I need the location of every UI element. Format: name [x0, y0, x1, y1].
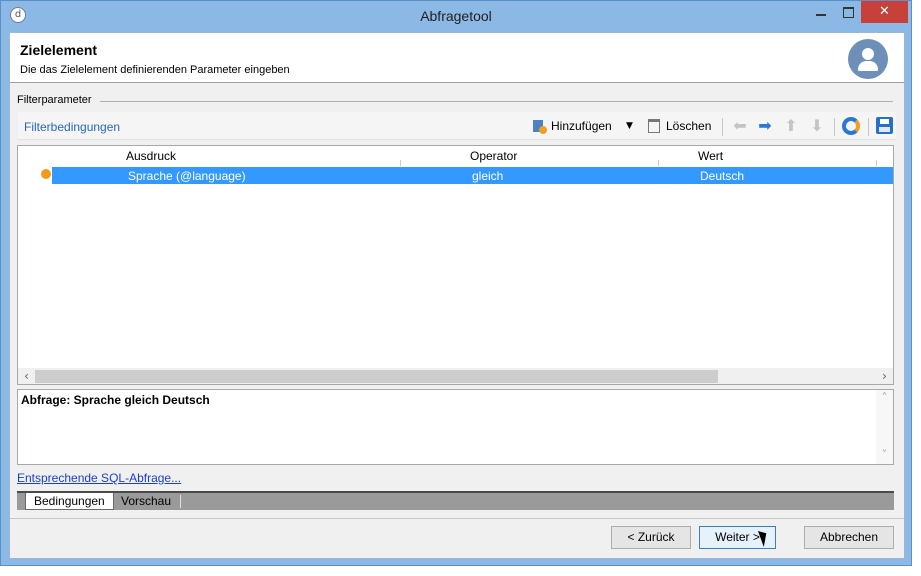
tab-conditions[interactable]: Bedingungen: [25, 493, 114, 510]
cancel-button[interactable]: Abbrechen: [804, 526, 894, 549]
delete-button-label: Löschen: [666, 119, 712, 133]
chevron-down-icon[interactable]: ▼: [626, 116, 633, 136]
query-text: Abfrage: Sprache gleich Deutsch: [21, 393, 210, 407]
page-subtitle: Die das Zielelement definierenden Parame…: [20, 64, 290, 76]
arrow-left-icon[interactable]: ⬅: [730, 117, 750, 135]
header-divider: [10, 82, 904, 83]
scroll-left-icon[interactable]: ‹: [18, 368, 35, 384]
scrollbar-thumb[interactable]: [35, 370, 718, 383]
page-title: Zielelement: [20, 42, 98, 58]
app-window: d Abfragetool ✕ Zielelement Die das Ziel…: [0, 0, 912, 566]
add-button[interactable]: Hinzufügen ▼: [532, 116, 638, 136]
group-divider: [100, 101, 893, 102]
filter-conditions-label: Filterbedingungen: [24, 120, 121, 134]
window-title: Abfragetool: [420, 8, 492, 24]
tab-bar: Bedingungen Vorschau: [17, 491, 894, 510]
cell-expression: Sprache (@language): [128, 169, 246, 183]
column-header-operator[interactable]: Operator: [470, 149, 517, 163]
scroll-up-icon[interactable]: ˄: [876, 390, 893, 407]
arrow-right-icon[interactable]: ➡: [755, 117, 775, 135]
add-condition-icon: [532, 118, 547, 134]
table-row[interactable]: Sprache (@language) gleich Deutsch: [52, 167, 893, 184]
wizard-header: Zielelement Die das Zielelement definier…: [10, 33, 904, 82]
add-button-label: Hinzufügen: [551, 119, 612, 133]
column-header-expression[interactable]: Ausdruck: [126, 149, 176, 163]
cell-operator: gleich: [472, 169, 504, 183]
cell-value: Deutsch: [700, 169, 745, 183]
conditions-grid[interactable]: Ausdruck Operator Wert Sprache (@languag…: [17, 145, 894, 385]
maximize-button[interactable]: [835, 1, 861, 23]
horizontal-scrollbar[interactable]: ‹ ›: [18, 368, 893, 384]
save-icon[interactable]: [876, 117, 893, 134]
filter-group-label: Filterparameter: [17, 94, 92, 106]
delete-button[interactable]: Löschen: [648, 116, 718, 136]
back-button[interactable]: < Zurück: [611, 526, 691, 549]
row-status-icon: [40, 168, 52, 180]
filter-toolbar: Filterbedingungen Hinzufügen ▼ Löschen ⬅…: [18, 112, 896, 140]
column-header-value[interactable]: Wert: [698, 149, 723, 163]
vertical-scrollbar[interactable]: ˄ ˅: [876, 390, 893, 464]
toolbar-separator: [834, 118, 835, 136]
scroll-down-icon[interactable]: ˅: [876, 447, 893, 464]
trash-icon: [648, 119, 660, 133]
toolbar-separator: [868, 118, 869, 136]
sql-query-link[interactable]: Entsprechende SQL-Abfrage...: [17, 471, 181, 485]
close-button[interactable]: ✕: [861, 1, 908, 23]
tab-preview[interactable]: Vorschau: [113, 493, 179, 510]
toolbar-separator: [722, 118, 723, 136]
minimize-button[interactable]: [807, 1, 835, 23]
scroll-right-icon[interactable]: ›: [876, 368, 893, 384]
arrow-down-icon[interactable]: ⬇: [807, 117, 827, 135]
arrow-up-icon[interactable]: ⬆: [781, 117, 801, 135]
footer-divider: [10, 518, 904, 519]
title-bar[interactable]: d Abfragetool ✕: [1, 1, 911, 32]
dialog-body: Zielelement Die das Zielelement definier…: [9, 32, 905, 559]
query-summary: Abfrage: Sprache gleich Deutsch ˄ ˅: [17, 389, 894, 465]
grid-header: Ausdruck Operator Wert: [18, 146, 893, 166]
user-icon: [848, 39, 888, 79]
chart-icon[interactable]: [842, 117, 860, 135]
